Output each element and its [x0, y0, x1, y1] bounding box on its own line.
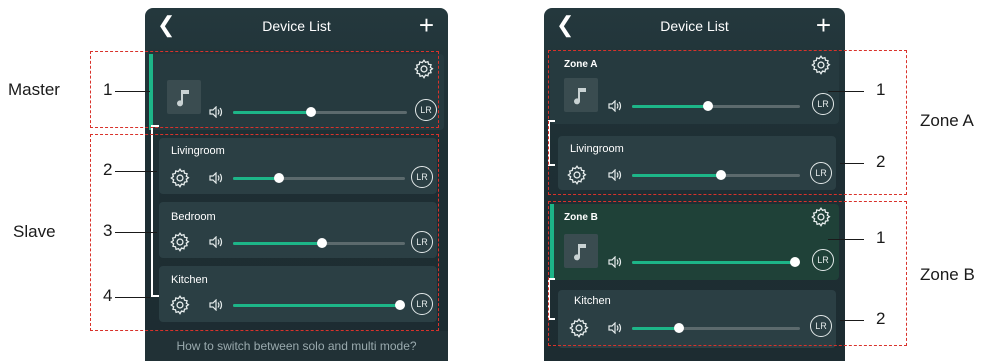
- title-bar: ❮ Device List +: [145, 8, 448, 44]
- help-link[interactable]: How to switch between solo and multi mod…: [145, 331, 448, 361]
- callout-line: [115, 91, 150, 92]
- callout-number-2: 2: [876, 309, 886, 328]
- callout-line: [828, 239, 864, 240]
- master-annotation-box: [90, 51, 439, 128]
- add-device-icon[interactable]: +: [816, 10, 831, 41]
- callout-number-1: 1: [103, 80, 113, 99]
- callout-number-4: 4: [103, 286, 113, 305]
- master-label: Master: [8, 80, 60, 99]
- callout-line: [115, 232, 157, 233]
- page-title: Device List: [262, 18, 331, 34]
- callout-number-3: 3: [103, 221, 113, 240]
- page-title: Device List: [660, 18, 729, 34]
- callout-line: [840, 163, 864, 164]
- callout-number-1: 1: [876, 80, 886, 99]
- callout-line: [840, 320, 864, 321]
- zone-b-label: Zone B: [920, 265, 975, 284]
- callout-line: [115, 297, 150, 298]
- callout-line: [115, 171, 157, 172]
- callout-number-2: 2: [876, 152, 886, 171]
- zone-b-annotation-box: [548, 201, 907, 346]
- zone-a-annotation-box: [548, 50, 907, 195]
- callout-line: [828, 91, 864, 92]
- slave-label: Slave: [13, 222, 56, 241]
- add-device-icon[interactable]: +: [419, 10, 434, 41]
- zone-a-label: Zone A: [920, 111, 974, 130]
- callout-number-2: 2: [103, 160, 113, 179]
- title-bar: ❮ Device List +: [544, 8, 845, 44]
- callout-number-1: 1: [876, 228, 886, 247]
